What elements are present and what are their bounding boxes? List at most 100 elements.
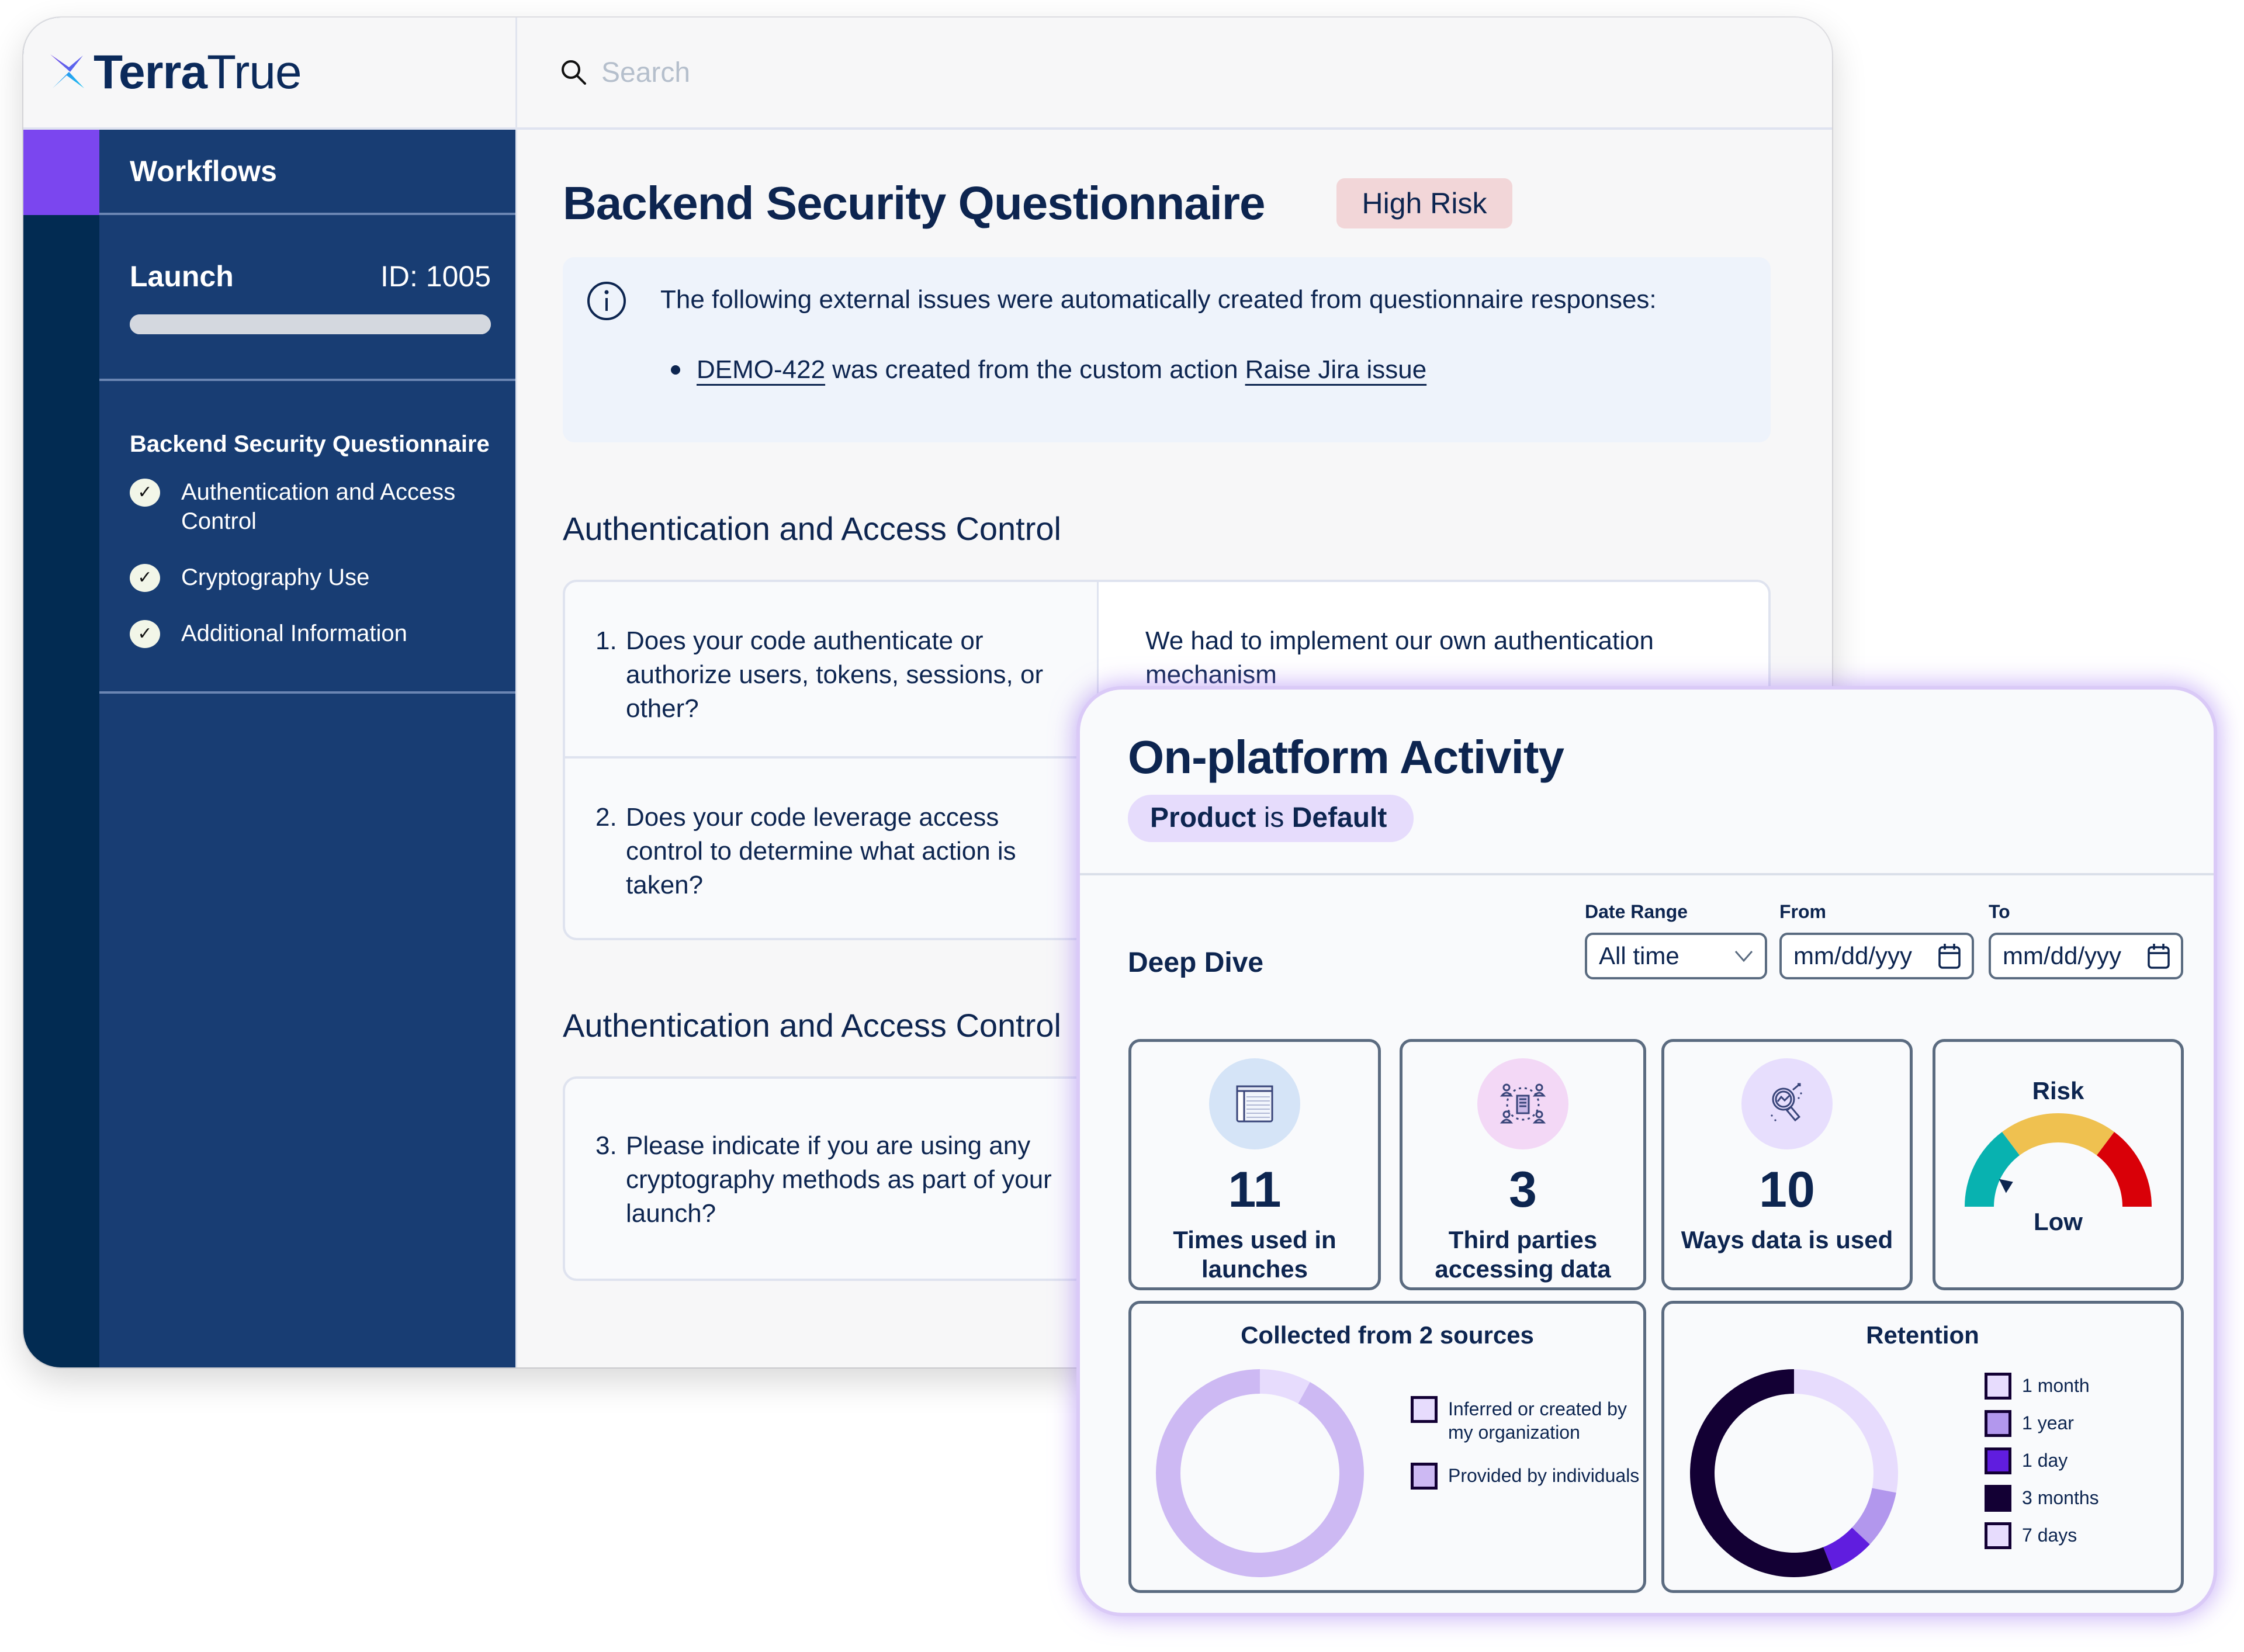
retention-donut-chart	[1690, 1369, 1898, 1577]
filter-chip[interactable]: Product is Default	[1128, 795, 1414, 842]
search-bar	[517, 18, 1832, 130]
icon-circle	[1741, 1058, 1833, 1149]
from-date-input[interactable]: mm/dd/yyy	[1779, 933, 1974, 979]
from-date-placeholder: mm/dd/yyy	[1793, 942, 1913, 969]
page-title: Backend Security Questionnaire	[563, 177, 1266, 229]
stat-label: Times used in launches	[1173, 1226, 1336, 1283]
legend-item: 7 days	[1985, 1522, 2172, 1549]
question-text: Please indicate if you are using any cry…	[626, 1131, 1052, 1228]
to-label: To	[1989, 901, 2010, 922]
question-cell: 3. Please indicate if you are using any …	[565, 1079, 1097, 1279]
sidebar-item-workflows[interactable]: Workflows	[99, 130, 515, 215]
questionnaire-nav: Backend Security Questionnaire ✓ Authent…	[99, 381, 515, 694]
sidebar-item-additional-info[interactable]: ✓ Additional Information	[130, 619, 492, 648]
legend-swatch	[1985, 1373, 2011, 1400]
question-number: 2.	[595, 803, 617, 832]
bullet	[671, 365, 680, 375]
chip-operator: is	[1263, 802, 1284, 833]
legend-item: 1 year	[1985, 1410, 2172, 1437]
section-title: Authentication and Access Control	[563, 1007, 1061, 1044]
sidebar-item-auth-access[interactable]: ✓ Authentication and Access Control	[130, 477, 492, 536]
deep-dive-heading: Deep Dive	[1128, 947, 1264, 978]
legend-label: 1 year	[2022, 1412, 2074, 1433]
terratrue-logo-icon	[50, 54, 84, 88]
donut-slice-3-months[interactable]	[1690, 1369, 1833, 1577]
legend-swatch	[1985, 1410, 2011, 1437]
from-label: From	[1779, 901, 1826, 922]
retention-chart-tile: Retention 1 month 1 year 1 day 3 months 7 da…	[1661, 1301, 2184, 1593]
search-input[interactable]	[601, 56, 1303, 89]
sidebar: Workflows Launch ID: 1005 Backend Securi…	[99, 130, 517, 1367]
rail-active-indicator	[23, 130, 99, 215]
magnifier-chart-icon	[1771, 1083, 1802, 1122]
chart-title: Collected from 2 sources	[1241, 1321, 1534, 1349]
sidebar-item-label: Workflows	[130, 155, 277, 188]
stat-label: Ways data is used	[1681, 1226, 1893, 1253]
sources-chart-tile: Collected from 2 sources Inferred or cre…	[1128, 1301, 1646, 1593]
stat-tile-launches[interactable]: 11 Times used in launches	[1128, 1039, 1381, 1290]
risk-gauge	[1965, 1113, 2152, 1207]
gauge-segment-medium	[2001, 1113, 2115, 1156]
sidebar-item-label: Cryptography Use	[181, 564, 370, 590]
section-title: Authentication and Access Control	[563, 510, 1061, 547]
date-range-value: All time	[1599, 942, 1679, 969]
donut-slice-provided-by-individuals[interactable]	[1156, 1369, 1364, 1577]
stat-label: Third parties accessing data	[1435, 1226, 1611, 1283]
network-icon	[1500, 1083, 1546, 1124]
legend-item: 1 month	[1985, 1373, 2172, 1400]
launch-summary: Launch ID: 1005	[99, 215, 515, 381]
risk-level: Low	[2034, 1208, 2083, 1235]
info-banner: The following external issues were autom…	[563, 257, 1771, 442]
sidebar-item-label: Authentication and Access Control	[181, 479, 456, 534]
chart-legend: 1 month 1 year 1 day 3 months 7 days	[1985, 1373, 2172, 1561]
legend-label: Provided by individuals	[1448, 1465, 1640, 1486]
divider	[1080, 873, 2214, 875]
date-range-select[interactable]: All time	[1585, 933, 1767, 979]
legend-item: 3 months	[1985, 1485, 2172, 1512]
legend-swatch	[1411, 1463, 1438, 1490]
stat-tile-third-parties[interactable]: 3 Third parties accessing data	[1400, 1039, 1646, 1290]
launch-id: ID: 1005	[380, 260, 491, 293]
table-icon	[1236, 1085, 1273, 1123]
launch-label: Launch	[130, 260, 234, 293]
risk-badge: High Risk	[1336, 178, 1513, 228]
logo-bar: TerraTrue	[23, 18, 517, 130]
question-text: Does your code leverage access control t…	[626, 803, 1016, 899]
questionnaire-nav-title[interactable]: Backend Security Questionnaire	[130, 431, 492, 458]
launch-progress-fill	[130, 314, 491, 334]
stat-value: 11	[1228, 1162, 1282, 1218]
search-icon	[562, 60, 586, 85]
icon-circle	[1477, 1058, 1568, 1149]
checkmark-icon: ✓	[130, 564, 160, 592]
icon-circle	[1209, 1058, 1300, 1149]
stat-value: 3	[1509, 1162, 1537, 1218]
to-date-placeholder: mm/dd/yyy	[2003, 942, 2122, 969]
question-cell: 1. Does your code authenticate or author…	[565, 582, 1097, 756]
donut-slice-1-month[interactable]	[1794, 1369, 1898, 1493]
legend-label: 3 months	[2022, 1487, 2099, 1508]
legend-label: Inferred or created by my organization	[1448, 1398, 1627, 1443]
question-number: 3.	[595, 1131, 617, 1160]
calendar-icon[interactable]	[1938, 943, 1961, 969]
calendar-icon[interactable]	[2147, 943, 2170, 969]
chip-field: Product	[1150, 802, 1256, 833]
info-message: The following external issues were autom…	[660, 285, 1657, 314]
date-range-label: Date Range	[1585, 901, 1688, 922]
issue-text: was created from the custom action	[832, 355, 1238, 384]
activity-title: On-platform Activity	[1128, 731, 1564, 783]
issue-link[interactable]: DEMO-422	[697, 355, 825, 385]
custom-action-link[interactable]: Raise Jira issue	[1245, 355, 1427, 385]
question-number: 1.	[595, 626, 617, 655]
chevron-down-icon	[1734, 951, 1753, 962]
legend-label: 7 days	[2022, 1525, 2077, 1546]
stat-tile-data-uses[interactable]: 10 Ways data is used	[1661, 1039, 1913, 1290]
sidebar-item-cryptography[interactable]: ✓ Cryptography Use	[130, 563, 492, 592]
legend-item: 1 day	[1985, 1447, 2172, 1474]
legend-swatch	[1985, 1485, 2011, 1512]
legend-swatch	[1985, 1447, 2011, 1474]
to-date-input[interactable]: mm/dd/yyy	[1989, 933, 2183, 979]
terratrue-logo-text[interactable]: TerraTrue	[94, 49, 302, 96]
info-icon	[587, 282, 626, 320]
risk-tile[interactable]: Risk Low	[1933, 1039, 2184, 1290]
legend-item: Inferred or created by my organization	[1411, 1396, 1644, 1444]
